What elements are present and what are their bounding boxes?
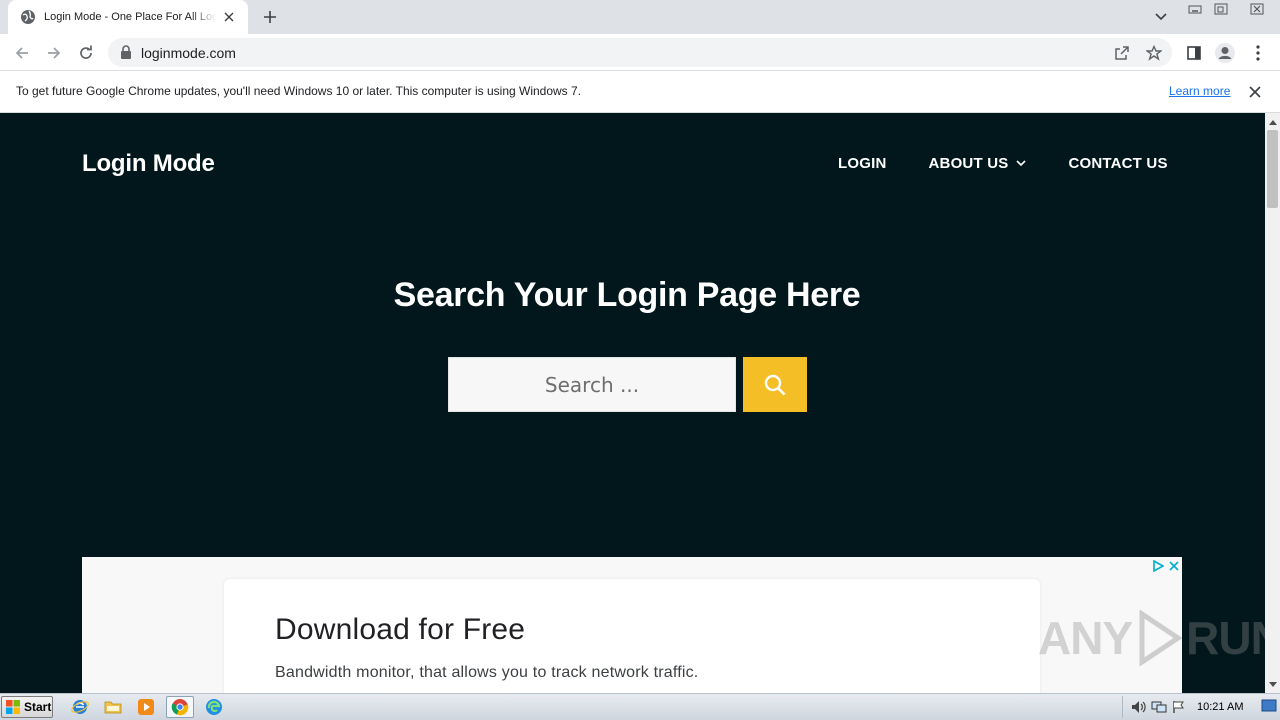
site-navigation: LOGIN ABOUT US CONTACT US <box>838 155 1168 172</box>
window-controls <box>1182 0 1280 20</box>
reload-icon[interactable] <box>73 40 99 66</box>
side-panel-icon[interactable] <box>1181 40 1207 66</box>
infobar-close-icon[interactable] <box>1246 83 1264 101</box>
chevron-down-icon <box>1016 159 1027 169</box>
minimize-icon[interactable] <box>1182 0 1208 18</box>
nav-item-label: CONTACT US <box>1068 155 1168 172</box>
volume-icon[interactable] <box>1129 698 1149 716</box>
forward-arrow-icon[interactable] <box>41 40 67 66</box>
nav-item-contact-us[interactable]: CONTACT US <box>1068 155 1167 172</box>
search-input[interactable] <box>448 357 736 412</box>
taskbar-clock[interactable]: 10:21 AM <box>1197 701 1243 713</box>
tab-close-icon[interactable] <box>220 8 238 26</box>
file-explorer-icon[interactable] <box>99 696 127 718</box>
scroll-down-arrow-icon[interactable] <box>1265 677 1280 692</box>
windows-taskbar: Start 10:21 AM <box>0 693 1280 720</box>
action-center-flag-icon[interactable] <box>1169 698 1189 716</box>
lock-icon[interactable] <box>120 45 132 60</box>
browser-tab-strip: Login Mode - One Place For All Login Pag… <box>0 0 1280 34</box>
url-text[interactable]: loginmode.com <box>141 45 236 61</box>
advertisement-frame[interactable]: Download for Free Bandwidth monitor, tha… <box>82 557 1182 693</box>
ad-card[interactable]: Download for Free Bandwidth monitor, tha… <box>224 579 1040 693</box>
search-button[interactable] <box>743 357 807 412</box>
restore-icon[interactable] <box>1208 0 1234 18</box>
adchoices-play-icon[interactable] <box>1150 559 1166 573</box>
scroll-up-arrow-icon[interactable] <box>1265 114 1280 129</box>
page-scrollbar[interactable] <box>1265 113 1280 693</box>
show-desktop-icon[interactable] <box>1260 697 1278 715</box>
nav-item-login[interactable]: LOGIN <box>838 155 887 172</box>
menu-kebab-icon[interactable] <box>1245 40 1271 66</box>
adchoices-badge[interactable] <box>1150 559 1182 573</box>
ad-description: Bandwidth monitor, that allows you to tr… <box>275 664 699 681</box>
network-icon[interactable] <box>1149 698 1169 716</box>
update-infobar: To get future Google Chrome updates, you… <box>0 71 1280 113</box>
tab-title: Login Mode - One Place For All Login Pag… <box>44 11 216 23</box>
back-arrow-icon[interactable] <box>9 40 35 66</box>
search-icon <box>764 374 786 395</box>
chrome-taskbar-icon[interactable] <box>166 696 194 718</box>
tab-search-chevron-icon[interactable] <box>1150 8 1172 26</box>
windows-logo-icon <box>6 700 20 714</box>
profile-avatar-icon[interactable] <box>1212 40 1238 66</box>
nav-item-label: ABOUT US <box>928 155 1009 172</box>
share-icon[interactable] <box>1112 43 1132 63</box>
nav-item-label: LOGIN <box>838 155 887 172</box>
new-tab-icon[interactable] <box>258 6 282 28</box>
start-label: Start <box>24 700 52 714</box>
address-bar[interactable]: loginmode.com <box>108 38 1172 67</box>
globe-icon <box>20 9 36 25</box>
hero-title: Search Your Login Page Here <box>393 276 861 314</box>
scrollbar-thumb[interactable] <box>1267 130 1278 208</box>
window-close-icon[interactable] <box>1234 0 1280 18</box>
learn-more-link[interactable]: Learn more <box>1169 84 1230 98</box>
browser-tab[interactable]: Login Mode - One Place For All Login Pag… <box>8 0 248 34</box>
ad-close-icon[interactable] <box>1166 559 1182 573</box>
system-tray: 10:21 AM <box>1122 696 1280 718</box>
site-logo[interactable]: Login Mode <box>82 150 215 178</box>
nav-item-about-us[interactable]: ABOUT US <box>929 155 1027 172</box>
bookmark-star-icon[interactable] <box>1144 43 1164 63</box>
web-page: Login Mode LOGIN ABOUT US CONTACT US Sea… <box>0 113 1265 693</box>
start-button[interactable]: Start <box>1 696 53 718</box>
browser-toolbar: loginmode.com <box>0 34 1280 71</box>
edge-icon[interactable] <box>200 696 228 718</box>
infobar-message: To get future Google Chrome updates, you… <box>16 84 582 98</box>
media-player-icon[interactable] <box>132 696 160 718</box>
ad-title[interactable]: Download for Free <box>275 613 525 647</box>
internet-explorer-icon[interactable] <box>66 696 94 718</box>
